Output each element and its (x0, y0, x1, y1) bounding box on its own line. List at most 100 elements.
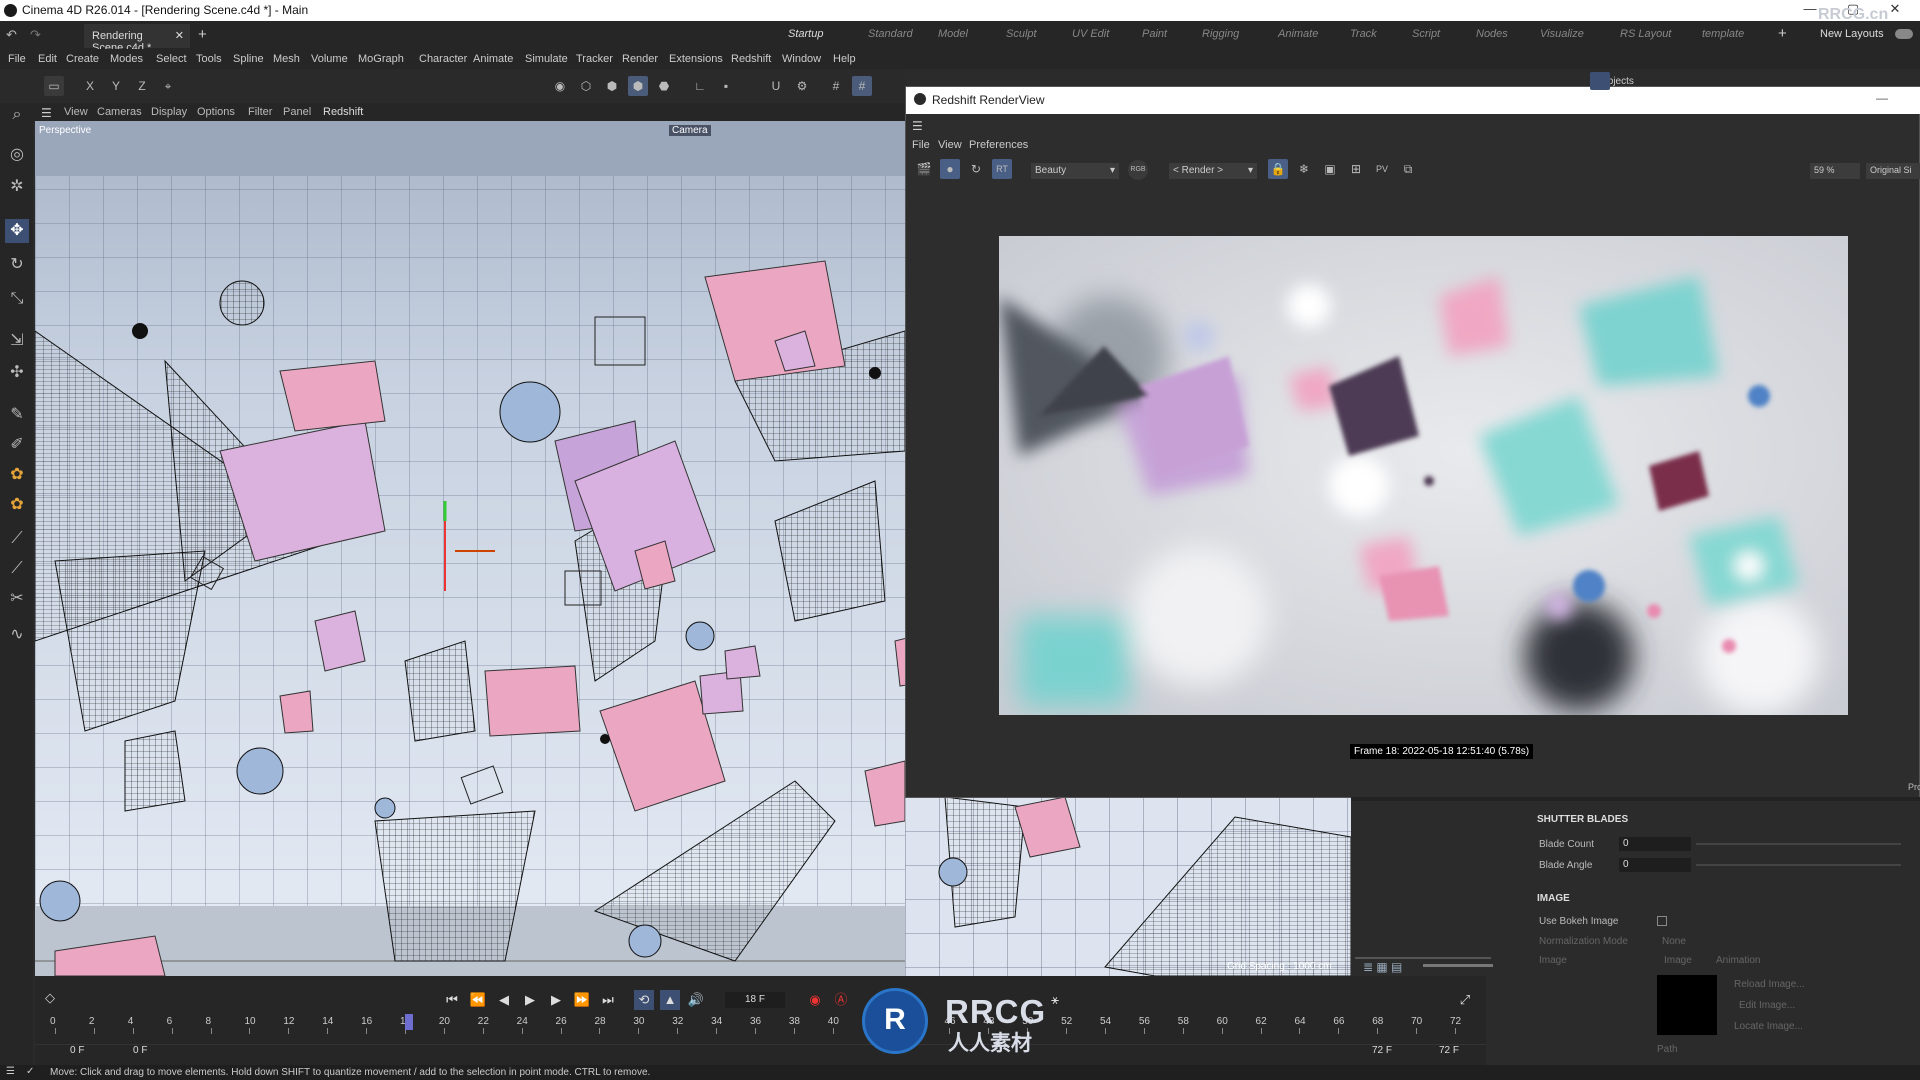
axis-z-lock[interactable]: Z (132, 76, 152, 96)
menu-item[interactable]: Create (66, 53, 99, 65)
layout-tab[interactable]: Standard (868, 28, 913, 40)
timeline-expand-icon[interactable]: ⤢ (1455, 990, 1475, 1010)
layout-toggle[interactable] (1895, 29, 1913, 39)
spline-pen-icon[interactable]: ✎ (5, 403, 29, 427)
scale-tool-icon[interactable]: ⤡ (5, 287, 29, 311)
list-view-icon[interactable]: ≣ ▦ ▤ (1363, 960, 1402, 974)
viewport-menu-item[interactable]: Panel (283, 106, 311, 118)
model-mode-icon[interactable]: ▭ (44, 76, 64, 96)
normalization-value[interactable]: None (1662, 936, 1686, 947)
blade-count-slider[interactable] (1696, 843, 1901, 845)
menu-item[interactable]: Modes (110, 53, 143, 65)
redo-icon[interactable]: ↷ (30, 27, 41, 43)
renderview-hamburger-icon[interactable]: ☰ (912, 119, 923, 133)
placement-tool-icon[interactable]: ✣ (5, 361, 29, 385)
copy-icon[interactable]: ⧉ (1398, 159, 1418, 179)
viewport-menu-item[interactable]: Display (151, 106, 187, 118)
sound-icon[interactable]: 🔊 (686, 990, 706, 1010)
layout-tab[interactable]: Nodes (1476, 28, 1508, 40)
viewport-menu-item[interactable]: Cameras (97, 106, 142, 118)
layout-tab[interactable]: Paint (1142, 28, 1167, 40)
image-tab[interactable]: Image (1664, 955, 1692, 966)
render-target-dropdown[interactable]: < Render > ▾ (1169, 163, 1257, 179)
current-frame-field[interactable]: 18 F (725, 992, 785, 1008)
viewport-menu-item[interactable]: Options (197, 106, 235, 118)
menu-item[interactable]: Window (782, 53, 821, 65)
spline-sketch-icon[interactable]: ✐ (5, 433, 29, 457)
transfer-tool-icon[interactable]: ⇲ (5, 329, 29, 353)
layout-tab[interactable]: RS Layout (1620, 28, 1671, 40)
layout-tab[interactable]: Rigging (1202, 28, 1239, 40)
search-icon[interactable]: ⌕ (5, 103, 29, 127)
layout-tab[interactable]: Animate (1278, 28, 1318, 40)
viewport-perspective[interactable]: Perspective Camera (35, 121, 905, 976)
layout-tab[interactable]: Startup (788, 28, 823, 40)
loop-icon[interactable]: ⟲ (634, 990, 654, 1010)
offset-frame-field[interactable]: 0 F (133, 1045, 147, 1056)
menu-item[interactable]: File (8, 53, 26, 65)
menu-item[interactable]: Spline (233, 53, 264, 65)
paint-multi-icon[interactable]: ✿ (5, 493, 29, 517)
edges-mode-icon[interactable]: ⬡ (576, 76, 596, 96)
lock-icon[interactable]: 🔒 (1268, 159, 1288, 179)
paint-tool-icon[interactable]: ✿ (5, 463, 29, 487)
menu-item[interactable]: Animate (473, 53, 513, 65)
playhead[interactable] (405, 1014, 413, 1030)
menu-item[interactable]: Help (833, 53, 856, 65)
menu-item[interactable]: Render (622, 53, 658, 65)
keyframe-diamond-icon[interactable]: ◇ (45, 990, 55, 1006)
max-frame-field[interactable]: 72 F (1439, 1045, 1459, 1056)
end-frame-field[interactable]: 72 F (1372, 1045, 1392, 1056)
layout-tab[interactable]: UV Edit (1072, 28, 1109, 40)
polygons-mode-icon[interactable]: ⬢ (602, 76, 622, 96)
layout-tab[interactable]: Track (1350, 28, 1377, 40)
workplane-icon[interactable]: # (826, 76, 846, 96)
coordinate-system-icon[interactable]: ⌖ (158, 76, 178, 96)
layout-tab[interactable]: Model (938, 28, 968, 40)
viewport-visible-region[interactable]: Grid Spacing : 1000 cm (905, 797, 1351, 976)
axis-x-lock[interactable]: X (80, 76, 100, 96)
rt-mode-icon[interactable]: RT (992, 159, 1012, 179)
renderview-menu-item[interactable]: Preferences (969, 139, 1028, 151)
previous-frame-icon[interactable]: ◀ (494, 990, 514, 1010)
menu-item[interactable]: Tools (196, 53, 222, 65)
start-frame-field[interactable]: 0 F (70, 1045, 84, 1056)
viewport-menu-item[interactable]: Redshift (323, 106, 363, 118)
picture-viewer-icon[interactable]: PV (1372, 159, 1392, 179)
layout-tab[interactable]: template (1702, 28, 1744, 40)
layout-tab[interactable]: Visualize (1540, 28, 1584, 40)
layout-tab[interactable]: Sculpt (1006, 28, 1037, 40)
autokey-icon[interactable]: Ⓐ (831, 990, 851, 1010)
brush-tool-icon[interactable]: ⟋ (5, 527, 29, 551)
object-mode-icon[interactable]: ⬢ (628, 76, 648, 96)
blade-count-field[interactable]: 0 (1619, 837, 1691, 851)
menu-item[interactable]: MoGraph (358, 53, 404, 65)
snapshot-icon[interactable]: ▣ (1320, 159, 1340, 179)
camera-label[interactable]: Camera (669, 125, 711, 136)
menu-item[interactable]: Edit (38, 53, 57, 65)
selection-settings-icon[interactable]: ✲ (5, 175, 29, 199)
viewport-hamburger-icon[interactable]: ☰ (41, 106, 52, 120)
go-to-end-icon[interactable]: ⏭ (598, 990, 618, 1010)
animation-tab[interactable]: Animation (1716, 955, 1760, 966)
renderview-menu-item[interactable]: View (938, 139, 962, 151)
document-tab[interactable]: Rendering Scene.c4d * ✕ (84, 24, 190, 54)
zoom-mode-dropdown[interactable]: Original Si (1866, 163, 1920, 179)
status-menu-icon[interactable]: ☰ (6, 1066, 15, 1077)
menu-item[interactable]: Volume (311, 53, 348, 65)
render-start-icon[interactable]: ● (940, 159, 960, 179)
snap-icon[interactable]: U (766, 76, 786, 96)
aov-dropdown[interactable]: Beauty ▾ (1031, 163, 1119, 179)
previous-key-icon[interactable]: ⏪ (468, 990, 488, 1010)
search-panel-icon[interactable] (1590, 72, 1610, 90)
menu-item[interactable]: Extensions (669, 53, 723, 65)
points-mode-icon[interactable]: ◉ (550, 76, 570, 96)
viewport-menu-item[interactable]: Filter (248, 106, 272, 118)
viewport-menu-item[interactable]: View (64, 106, 88, 118)
icon-size-slider[interactable] (1423, 964, 1493, 967)
next-key-icon[interactable]: ⏩ (572, 990, 592, 1010)
axis-y-lock[interactable]: Y (106, 76, 126, 96)
live-selection-icon[interactable]: ◎ (5, 143, 29, 167)
renderview-menu-item[interactable]: File (912, 139, 930, 151)
playback-mode-icon[interactable]: ▲ (660, 990, 680, 1010)
